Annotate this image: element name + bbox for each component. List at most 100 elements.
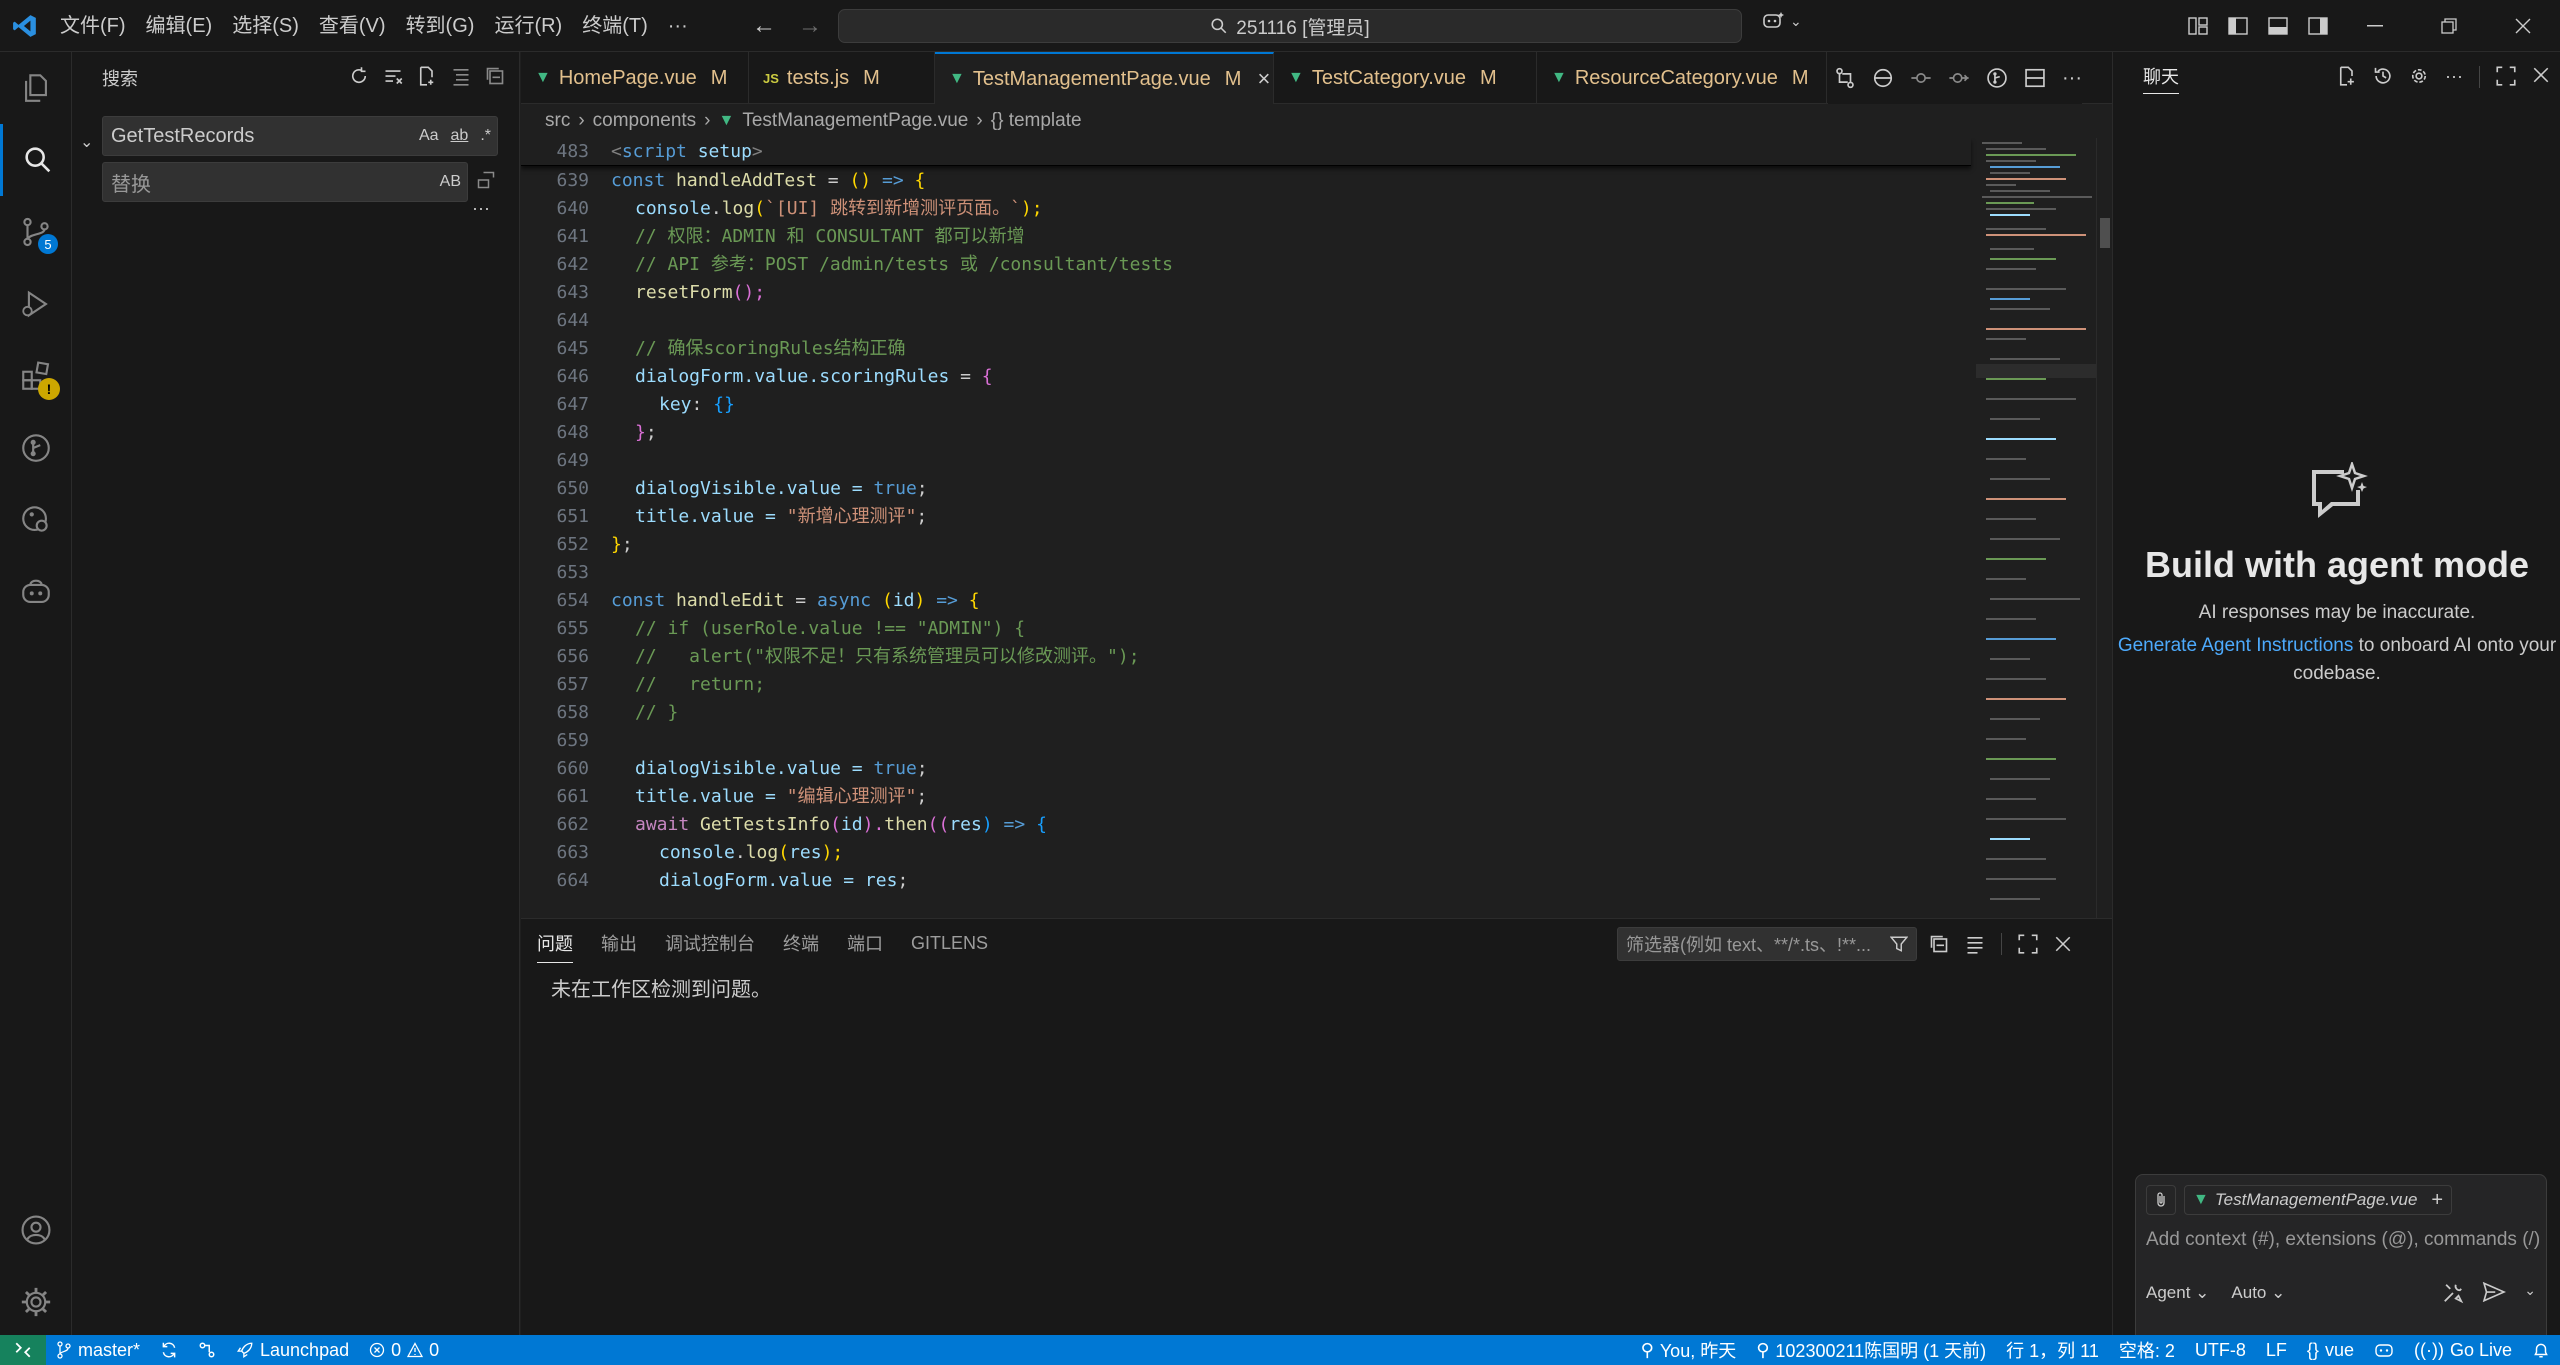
restore-icon[interactable] (2412, 0, 2486, 52)
tab-output[interactable]: 输出 (601, 930, 637, 956)
view-as-tree-icon[interactable] (451, 66, 471, 86)
chat-title[interactable]: 聊天 (2143, 63, 2179, 94)
code-line[interactable]: 663 console.log(res); (521, 839, 1971, 867)
menu-run[interactable]: 运行(R) (484, 0, 572, 52)
search-input[interactable]: GetTestRecords Aa ab .* (102, 116, 498, 156)
language-mode[interactable]: {} vue (2297, 1335, 2364, 1365)
scrollbar-thumb[interactable] (2100, 218, 2110, 248)
code-line[interactable]: 641// 权限：ADMIN 和 CONSULTANT 都可以新增 (521, 223, 1971, 251)
toggle-secondary-sidebar-icon[interactable] (2298, 0, 2338, 52)
gitlens-icon[interactable] (0, 412, 72, 484)
previous-revision-icon[interactable] (1910, 67, 1932, 89)
replace-input[interactable]: 替换 AB (102, 162, 468, 202)
code-line[interactable]: 642// API 参考：POST /admin/tests 或 /consul… (521, 251, 1971, 279)
compare-changes-icon[interactable] (1834, 67, 1856, 89)
code-line[interactable]: 644 (521, 307, 1971, 335)
code-line[interactable]: 659 (521, 727, 1971, 755)
menu-edit[interactable]: 编辑(E) (136, 0, 223, 52)
code-line[interactable]: 639 const handleAddTest = () => { (521, 167, 1971, 195)
breadcrumb-components[interactable]: components (593, 110, 697, 132)
tab-terminal[interactable]: 终端 (783, 930, 819, 956)
tab-testcategory[interactable]: ▼ TestCategory.vue M (1274, 52, 1537, 104)
maximize-chat-icon[interactable] (2496, 66, 2516, 88)
toggle-primary-sidebar-icon[interactable] (2218, 0, 2258, 52)
menu-terminal[interactable]: 终端(T) (572, 0, 658, 52)
new-search-editor-icon[interactable] (417, 66, 437, 86)
code-line[interactable]: 656// alert("权限不足！只有系统管理员可以修改测评。"); (521, 643, 1971, 671)
code-line[interactable]: 657// return; (521, 671, 1971, 699)
send-options-chevron-icon[interactable]: ⌄ (2524, 1282, 2536, 1304)
menu-go[interactable]: 转到(G) (396, 0, 485, 52)
minimize-icon[interactable] (2338, 0, 2412, 52)
copilot-status-icon[interactable] (2364, 1335, 2404, 1365)
tab-homepage[interactable]: ▼ HomePage.vue M (521, 52, 749, 104)
view-as-list-icon[interactable] (1965, 934, 1985, 954)
replace-all-icon[interactable] (476, 170, 496, 190)
customize-layout-icon[interactable] (2178, 0, 2218, 52)
toggle-replace-chevron-icon[interactable]: ⌄ (80, 132, 93, 152)
indentation[interactable]: 空格: 2 (2109, 1335, 2185, 1365)
new-chat-icon[interactable] (2337, 66, 2357, 88)
refresh-icon[interactable] (349, 66, 369, 86)
attach-context-icon[interactable] (2146, 1185, 2176, 1215)
copilot-menu-button[interactable]: ⌄ (1762, 10, 1802, 32)
code-line[interactable]: 658// } (521, 699, 1971, 727)
more-actions-icon[interactable]: ··· (2062, 67, 2082, 90)
notifications-bell-icon[interactable] (2522, 1335, 2560, 1365)
code-line[interactable]: 653 (521, 559, 1971, 587)
code-line[interactable]: 652}; (521, 531, 1971, 559)
tab-resourcecategory[interactable]: ▼ ResourceCategory.vue M (1537, 52, 1827, 104)
tab-ports[interactable]: 端口 (847, 930, 883, 956)
menu-view[interactable]: 查看(V) (309, 0, 396, 52)
chat-input-box[interactable]: ▼ TestManagementPage.vue + Add context (… (2135, 1174, 2547, 1360)
use-regex-toggle[interactable]: .* (474, 127, 497, 145)
code-line[interactable]: 655// if (userRole.value !== "ADMIN") { (521, 615, 1971, 643)
close-chat-icon[interactable] (2532, 66, 2550, 88)
clear-results-icon[interactable] (383, 66, 403, 86)
maximize-panel-icon[interactable] (2018, 934, 2038, 954)
code-line[interactable]: 650 dialogVisible.value = true; (521, 475, 1971, 503)
blame-indicator[interactable]: ⚲ You, 昨天 (1631, 1335, 1747, 1365)
code-line[interactable]: 648}; (521, 419, 1971, 447)
menu-file[interactable]: 文件(F) (50, 0, 136, 52)
minimap[interactable] (1976, 138, 2096, 918)
code-line[interactable]: 640 console.log(`[UI] 跳转到新增测评页面。`); (521, 195, 1971, 223)
collapse-all-icon[interactable] (485, 66, 505, 86)
filter-icon[interactable] (1882, 935, 1916, 953)
code-line[interactable]: 649 (521, 447, 1971, 475)
launchpad-button[interactable]: Launchpad (226, 1335, 359, 1365)
code-line[interactable]: 646 dialogForm.value.scoringRules = { (521, 363, 1971, 391)
problems-filter-input[interactable]: 筛选器(例如 text、**/*.ts、!**... (1617, 927, 1917, 961)
command-center[interactable]: 251116 [管理员] (838, 9, 1742, 43)
chat-mode-dropdown[interactable]: Agent ⌄ (2146, 1283, 2209, 1303)
sticky-scroll-line[interactable]: 483 <script setup> (521, 138, 1971, 166)
settings-gear-icon[interactable] (0, 1266, 72, 1338)
code-line[interactable]: 660 dialogVisible.value = true; (521, 755, 1971, 783)
run-debug-icon[interactable] (0, 268, 72, 340)
extensions-icon[interactable]: ! (0, 340, 72, 412)
source-control-icon[interactable]: 5 (0, 196, 72, 268)
menu-selection[interactable]: 选择(S) (222, 0, 309, 52)
search-details-toggle[interactable]: ··· (472, 198, 490, 219)
gitlens-graph-status-icon[interactable] (188, 1335, 226, 1365)
menu-more[interactable]: ··· (658, 0, 698, 52)
match-whole-word-toggle[interactable]: ab (445, 127, 475, 145)
model-picker-dropdown[interactable]: Auto ⌄ (2231, 1283, 2285, 1303)
breadcrumb-src[interactable]: src (545, 110, 570, 132)
configure-tools-icon[interactable] (2442, 1282, 2464, 1304)
breadcrumb-file[interactable]: TestManagementPage.vue (742, 110, 968, 132)
cursor-position[interactable]: 行 1，列 11 (1996, 1335, 2109, 1365)
code-editor[interactable]: 483 <script setup> 639 const handleAddTes… (521, 138, 2112, 918)
next-revision-icon[interactable] (1948, 67, 1970, 89)
add-context-icon[interactable]: + (2431, 1189, 2443, 1212)
code-line[interactable]: 645// 确保scoringRules结构正确 (521, 335, 1971, 363)
search-view-icon[interactable] (0, 124, 72, 196)
tab-tests-js[interactable]: JS tests.js M (749, 52, 935, 104)
end-of-line[interactable]: LF (2256, 1335, 2297, 1365)
copilot-chat-icon[interactable] (0, 556, 72, 628)
back-arrow-icon[interactable]: ← (752, 12, 776, 40)
close-panel-icon[interactable] (2054, 935, 2072, 953)
chat-settings-gear-icon[interactable] (2409, 66, 2429, 88)
encoding[interactable]: UTF-8 (2185, 1335, 2256, 1365)
tab-problems[interactable]: 问题 (537, 930, 573, 963)
